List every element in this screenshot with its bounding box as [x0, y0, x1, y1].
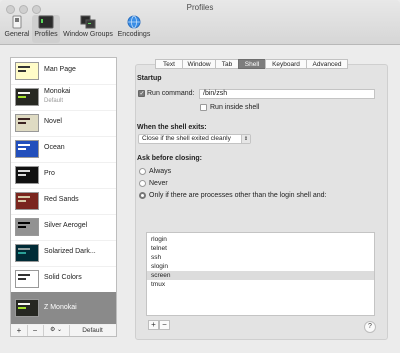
run-inside-shell-label: Run inside shell: [210, 104, 260, 111]
ask-only-if-processes-label: Only if there are processes other than t…: [149, 192, 327, 199]
shell-exits-heading: When the shell exits:: [137, 124, 207, 131]
toolbar-encodings-label: Encodings: [117, 31, 151, 38]
profile-item-pro[interactable]: Pro: [11, 162, 116, 189]
help-button[interactable]: ?: [364, 321, 376, 333]
profile-item-novel[interactable]: Novel: [11, 110, 116, 137]
profile-item-man-page[interactable]: Man Page: [11, 58, 116, 85]
startup-heading: Startup: [137, 75, 162, 82]
toolbar-general-label: General: [4, 31, 30, 38]
run-command-field[interactable]: /bin/zsh: [199, 89, 375, 99]
profile-preview: [15, 270, 39, 288]
toolbar-encodings[interactable]: Encodings: [116, 15, 152, 43]
list-item[interactable]: ssh: [147, 253, 374, 262]
profile-name: Solid Colors: [44, 274, 82, 281]
toolbar-window-groups-label: Window Groups: [63, 31, 113, 38]
tab-shell[interactable]: Shell: [238, 59, 266, 69]
profile-name: Novel: [44, 118, 62, 125]
set-default-profile-button[interactable]: Default: [69, 325, 116, 336]
shell-exit-action-select[interactable]: Close if the shell exited cleanly ⇕: [138, 134, 251, 144]
profile-name: Z Monokai: [44, 304, 77, 311]
profile-actions-menu[interactable]: ⚙ ⌄: [43, 325, 70, 336]
profile-preview: [15, 192, 39, 210]
title-bar: Profiles General Profiles Window Groups …: [0, 0, 400, 45]
tab-text[interactable]: Text: [155, 59, 183, 69]
profile-item-ocean[interactable]: Ocean: [11, 136, 116, 163]
remove-profile-button[interactable]: −: [27, 325, 44, 336]
run-command-label: Run command:: [147, 90, 195, 97]
tab-keyboard[interactable]: Keyboard: [265, 59, 307, 69]
profile-list-controls: + − ⚙ ⌄ Default: [10, 325, 117, 337]
toolbar-profiles-label: Profiles: [34, 31, 58, 38]
profile-preview: [15, 166, 39, 184]
profile-preview: [15, 88, 39, 106]
process-list[interactable]: rlogin telnet ssh slogin screen tmux: [146, 232, 375, 316]
list-item[interactable]: slogin: [147, 262, 374, 271]
terminal-icon: [38, 15, 54, 29]
ask-always-label: Always: [149, 168, 172, 175]
chevron-updown-icon: ⇕: [241, 135, 250, 143]
profile-item-solid-colors[interactable]: Solid Colors: [11, 266, 116, 293]
list-item[interactable]: telnet: [147, 244, 374, 253]
toolbar-window-groups[interactable]: Window Groups: [61, 15, 115, 43]
list-item[interactable]: screen: [147, 271, 374, 280]
profile-item-solarized-dark[interactable]: Solarized Dark...: [11, 240, 116, 267]
run-command-checkbox[interactable]: [138, 90, 145, 97]
window-title: Profiles: [186, 3, 214, 12]
profile-name: Pro: [44, 170, 55, 177]
globe-icon: [127, 15, 141, 29]
profile-preview: [15, 244, 39, 262]
profile-item-red-sands[interactable]: Red Sands: [11, 188, 116, 215]
run-inside-shell-checkbox[interactable]: [200, 104, 207, 111]
profile-preview: [15, 299, 39, 317]
profile-preview: [15, 62, 39, 80]
profile-name: Monokai: [44, 88, 71, 95]
profile-preview: [15, 140, 39, 158]
tab-advanced[interactable]: Advanced: [306, 59, 348, 69]
profile-name: Red Sands: [44, 196, 79, 203]
tab-tab[interactable]: Tab: [215, 59, 239, 69]
add-process-button[interactable]: +: [148, 320, 159, 330]
profile-name: Ocean: [44, 144, 65, 151]
tab-window[interactable]: Window: [182, 59, 216, 69]
toolbar-profiles[interactable]: Profiles: [32, 15, 60, 43]
add-profile-button[interactable]: +: [11, 325, 28, 336]
ask-before-closing-heading: Ask before closing:: [137, 155, 202, 162]
shell-exit-action-value: Close if the shell exited cleanly: [142, 135, 231, 142]
profile-name: Solarized Dark...: [44, 248, 96, 255]
remove-process-button[interactable]: −: [159, 320, 170, 330]
ask-never-radio[interactable]: [139, 180, 146, 187]
list-item[interactable]: tmux: [147, 280, 374, 289]
profile-preview: [15, 114, 39, 132]
profile-name: Man Page: [44, 66, 76, 73]
preferences-window: Profiles General Profiles Window Groups …: [0, 0, 400, 353]
profile-item-z-monokai[interactable]: Z Monokai: [11, 292, 116, 325]
ask-always-radio[interactable]: [139, 168, 146, 175]
profile-item-monokai[interactable]: Monokai Default: [11, 84, 116, 111]
ask-never-label: Never: [149, 180, 168, 187]
window-groups-icon: [80, 15, 96, 29]
profile-preview: [15, 218, 39, 236]
toolbar-general[interactable]: General: [3, 15, 31, 43]
profile-item-silver-aerogel[interactable]: Silver Aerogel: [11, 214, 116, 241]
switch-icon: [12, 15, 22, 29]
profile-list[interactable]: Man Page Monokai Default Novel Ocean Pro…: [10, 57, 117, 325]
profile-name: Silver Aerogel: [44, 222, 88, 229]
ask-only-if-processes-radio[interactable]: [139, 192, 146, 199]
list-item[interactable]: rlogin: [147, 235, 374, 244]
default-profile-badge: Default: [44, 98, 64, 104]
